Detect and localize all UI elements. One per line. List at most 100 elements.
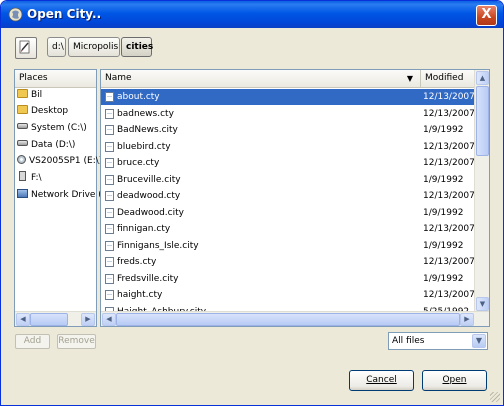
file-modified: 1/9/1992 (423, 207, 464, 218)
file-name: finnigan.cty (117, 224, 171, 234)
type-location-button[interactable] (15, 37, 37, 59)
city-file-icon (105, 290, 114, 300)
place-item-data[interactable]: Data (D:\) (17, 137, 75, 153)
city-file-icon (105, 191, 114, 201)
scroll-right-button[interactable]: ▶ (81, 313, 95, 326)
cancel-button[interactable]: Cancel (349, 370, 414, 391)
city-file-icon (105, 141, 114, 152)
file-row[interactable]: Finnigans_Isle.city 1/9/1992 (101, 238, 463, 254)
file-modified: 12/13/2007 (423, 257, 475, 267)
place-label: Bil (31, 90, 43, 100)
folder-icon (17, 89, 28, 98)
modified-column-header[interactable]: Modified (421, 70, 475, 88)
place-item-vs2005sp1[interactable]: VS2005SP1 (E:\) (17, 153, 102, 169)
place-label: F:\ (31, 173, 42, 183)
place-label: Data (D:\) (31, 140, 76, 150)
file-row[interactable]: freds.cty 12/13/2007 (101, 254, 475, 270)
scroll-left-button[interactable]: ◀ (102, 313, 116, 326)
place-label: Network Drive (Z (31, 190, 108, 200)
close-button[interactable]: X (476, 5, 497, 26)
city-file-icon (105, 207, 114, 218)
file-modified: 12/13/2007 (423, 290, 475, 300)
file-name: Deadwood.city (117, 207, 184, 218)
open-button-label: Open (442, 375, 467, 385)
file-name: Bruceville.city (117, 174, 181, 185)
place-item-system[interactable]: System (C:\) (17, 120, 87, 136)
window-title: Open City.. (27, 7, 102, 21)
file-row[interactable]: about.cty 12/13/2007 (101, 89, 475, 105)
city-file-icon (105, 125, 114, 135)
scroll-thumb[interactable] (116, 313, 460, 326)
file-type-filter-value: All files (392, 336, 425, 346)
file-name: haight.cty (117, 290, 163, 300)
file-row[interactable]: finnigan.cty 12/13/2007 (101, 221, 475, 237)
name-column-header[interactable]: Name ▼ (101, 70, 421, 88)
path-segment-micropolis[interactable]: Micropolis (68, 37, 120, 57)
place-item-f[interactable]: F:\ (17, 170, 42, 186)
place-item-desktop[interactable]: Desktop (17, 103, 68, 119)
city-file-icon (105, 108, 114, 119)
files-vertical-scrollbar[interactable]: ▲ ▼ (474, 70, 489, 312)
file-modified: 12/13/2007 (423, 158, 475, 168)
modified-column-label: Modified (425, 73, 464, 83)
city-file-icon (105, 92, 114, 102)
place-label: VS2005SP1 (E:\) (29, 156, 103, 166)
file-row[interactable]: bluebird.cty 12/13/2007 (101, 139, 475, 155)
places-header[interactable]: Places (15, 70, 96, 88)
file-type-filter[interactable]: All files ▼ (388, 332, 488, 350)
path-segment-cities[interactable]: cities (121, 37, 153, 57)
file-row[interactable]: BadNews.city 1/9/1992 (101, 122, 463, 138)
file-modified: 1/9/1992 (423, 273, 464, 284)
add-place-button[interactable]: Add (15, 334, 50, 349)
file-row[interactable]: Bruceville.city 1/9/1992 (101, 172, 463, 188)
cd-icon (17, 155, 26, 164)
file-row[interactable]: deadwood.cty 12/13/2007 (101, 188, 475, 204)
scroll-up-button[interactable]: ▲ (476, 71, 489, 85)
path-segment-drive[interactable]: d:\ (47, 37, 66, 57)
file-row[interactable]: bruce.cty 12/13/2007 (101, 155, 475, 171)
scroll-left-button[interactable]: ◀ (16, 313, 30, 326)
drive-icon (17, 123, 28, 129)
file-name: freds.cty (117, 257, 157, 267)
file-name: Fredsville.city (117, 273, 179, 284)
file-modified: 12/13/2007 (423, 141, 475, 152)
place-item-bil[interactable]: Bil (17, 87, 42, 103)
file-name: deadwood.cty (117, 191, 181, 201)
place-label: System (C:\) (31, 123, 87, 133)
city-file-icon (105, 273, 114, 284)
place-item-network-drive[interactable]: Network Drive (Z (17, 187, 108, 203)
open-city-dialog: Open City.. X d:\ Micropolis cities Plac… (0, 0, 504, 406)
cancel-button-label: Cancel (366, 375, 397, 385)
edit-path-icon (19, 40, 30, 54)
city-file-icon (105, 158, 114, 168)
file-name: bluebird.cty (117, 141, 171, 152)
title-bar[interactable]: Open City.. X (1, 1, 503, 28)
scroll-thumb[interactable] (476, 86, 489, 156)
places-horizontal-scrollbar[interactable]: ◀ ▶ (15, 311, 96, 326)
file-modified: 12/13/2007 (423, 224, 475, 234)
name-column-label: Name (105, 73, 132, 83)
file-modified: 1/9/1992 (423, 240, 464, 251)
file-row[interactable]: Deadwood.city 1/9/1992 (101, 205, 463, 221)
resize-grip[interactable] (490, 392, 500, 402)
scroll-down-button[interactable]: ▼ (476, 297, 489, 311)
file-row[interactable]: badnews.cty 12/13/2007 (101, 106, 475, 122)
city-file-icon (105, 224, 114, 234)
remove-place-button[interactable]: Remove (57, 334, 96, 349)
removable-drive-icon (19, 171, 26, 181)
open-button[interactable]: Open (422, 370, 487, 391)
city-file-icon (105, 240, 114, 251)
files-pane: Name ▼ Modified about.cty 12/13/2007 badn… (100, 69, 490, 327)
file-name: badnews.cty (117, 108, 174, 119)
places-pane: Places Bil Desktop System (C:\) Data (D:… (14, 69, 108, 327)
sort-descending-icon: ▼ (406, 74, 413, 83)
file-name: bruce.cty (117, 158, 160, 168)
file-modified: 1/9/1992 (423, 125, 464, 135)
chevron-down-icon[interactable]: ▼ (472, 334, 486, 348)
file-row[interactable]: Fredsville.city 1/9/1992 (101, 271, 463, 287)
scroll-thumb[interactable] (30, 313, 68, 326)
file-name: Finnigans_Isle.city (117, 240, 199, 251)
files-horizontal-scrollbar[interactable]: ◀ ▶ (101, 311, 489, 326)
scroll-right-button[interactable]: ▶ (460, 313, 474, 326)
file-row[interactable]: haight.cty 12/13/2007 (101, 287, 475, 303)
